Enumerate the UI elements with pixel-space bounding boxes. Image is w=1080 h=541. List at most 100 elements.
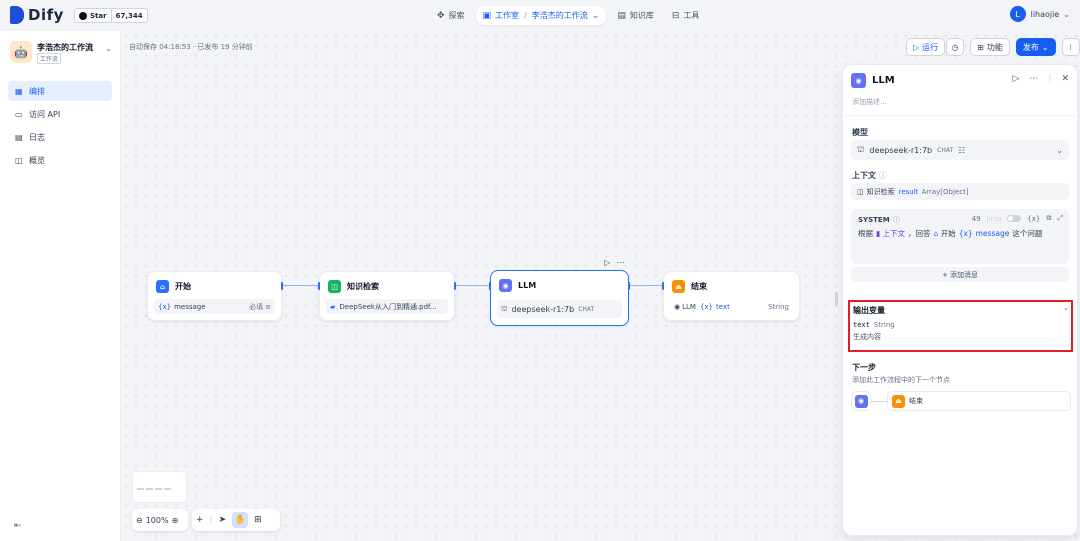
info-icon: ⓘ — [892, 216, 900, 224]
dify-logo[interactable]: Dify — [10, 6, 64, 24]
file-icon: ▮ — [876, 229, 881, 238]
model-selector[interactable]: ⛫ deepseek-r1:7b CHAT ☷ ⌄ — [851, 140, 1069, 160]
edge-knowledge-llm[interactable] — [454, 285, 490, 286]
github-star-widget[interactable]: Star 67,344 — [74, 8, 148, 23]
autosave-status: 自动保存 04:18:53 · 已发布 19 分钟前 — [129, 43, 253, 51]
info-icon: ⓘ — [879, 171, 887, 180]
model-icon: ⛫ — [501, 304, 508, 313]
book-icon: ▤ — [617, 10, 626, 21]
node-knowledge-retrieval[interactable]: ◫ 知识检索 ▰ DeepSeek从入门到精通.pdf... — [318, 271, 456, 321]
llm-node-tools: ▷ ⋯ — [604, 258, 625, 267]
run-button[interactable]: ▷ 运行 — [906, 38, 946, 56]
description-input[interactable]: 添加描述... — [852, 97, 887, 107]
current-app-switcher[interactable]: 李浩杰的工作流 — [532, 10, 588, 21]
play-icon: ▷ — [913, 42, 920, 52]
node-start[interactable]: ⌂ 开始 {x} message 必填 ≡ — [147, 271, 283, 321]
sidebar-item-overview[interactable]: ◫ 概览 — [8, 150, 112, 170]
terminal-icon: ▭ — [15, 109, 23, 119]
studio-icon: ▣ — [482, 10, 492, 21]
stop-icon: ⏏ — [892, 394, 905, 408]
node-start-output-handle[interactable] — [281, 282, 283, 290]
app-type-badge: 工作流 — [37, 53, 62, 64]
avatar: L — [1009, 6, 1026, 22]
panel-title: LLM — [872, 75, 895, 86]
history-button[interactable]: ◷ — [946, 38, 965, 56]
jinja-toggle[interactable] — [1007, 215, 1022, 222]
start-variable-row: {x} message 必填 ≡ — [154, 299, 275, 314]
brain-icon: ◉ — [851, 73, 866, 88]
insert-variable-button[interactable]: {x} — [1027, 215, 1040, 223]
zoom-in-icon[interactable]: ⊕ — [172, 516, 179, 525]
user-menu[interactable]: L lihaojie ⌄ — [1009, 6, 1070, 22]
play-icon[interactable]: ▷ — [604, 258, 610, 267]
list-icon: ⁝ — [1069, 42, 1072, 52]
expand-icon[interactable]: ⤢ — [1057, 214, 1063, 223]
close-icon[interactable]: ✕ — [1061, 74, 1069, 84]
nav-explore[interactable]: ✥ 探索 — [430, 6, 472, 25]
canvas-actions: ▷ 运行 ◷ ⊞ 功能 发布 ⌄ ⁝ — [906, 38, 1080, 56]
minimap[interactable] — [132, 471, 187, 503]
main-nav: ✥ 探索 ▣ 工作室 / 李浩杰的工作流 ⌄ ▤ 知识库 ⊟ 工具 — [430, 6, 706, 25]
sidebar-item-orchestrate[interactable]: ▦ 编排 — [8, 81, 112, 101]
home-icon: ⌂ — [933, 229, 939, 238]
sidebar-item-api[interactable]: ▭ 访问 API — [8, 104, 112, 124]
char-count: 49 — [971, 214, 981, 223]
knowledge-doc-row: ▰ DeepSeek从入门到精通.pdf... — [326, 299, 448, 314]
next-step-end-node[interactable]: ⏏ 结束 — [887, 391, 1071, 411]
hand-icon[interactable]: ✋ — [232, 512, 249, 528]
top-bar: Dify Star 67,344 ✥ 探索 ▣ 工作室 / 李浩杰的工作流 ⌄ ▤ 知识库 … — [0, 0, 1080, 31]
text-icon: ≡ — [265, 302, 271, 311]
pointer-icon[interactable]: ➤ — [219, 515, 227, 525]
chevron-down-icon[interactable]: ⌄ — [1063, 304, 1069, 312]
add-message-button[interactable]: + 添加消息 — [851, 267, 1069, 282]
add-node-icon[interactable]: + — [196, 515, 204, 525]
node-end[interactable]: ⏏ 结束 ◉ LLM {x} text String — [662, 271, 800, 321]
nav-studio[interactable]: ▣ 工作室 / 李浩杰的工作流 ⌄ — [475, 6, 607, 25]
chevron-down-icon: ⌄ — [105, 44, 112, 53]
node-end-input-handle[interactable] — [662, 282, 664, 290]
node-llm[interactable]: ◉ LLM ⛫ deepseek-r1:7b CHAT — [489, 270, 630, 326]
stop-icon: ⏏ — [672, 280, 685, 293]
more-icon[interactable]: ⋯ — [1029, 74, 1038, 84]
knowledge-icon: ◫ — [857, 187, 864, 196]
system-prompt-text: 根据 ▮ 上下文 ，回答 ⌂ 开始 {x} message 这个问题 — [858, 229, 1043, 238]
system-prompt-editor[interactable]: SYSTEM ⓘ 49 Jinja {x} ⧉ ⤢ 根据 ▮ 上下文 ，回答 ⌂ … — [851, 209, 1069, 264]
node-llm-input-handle[interactable] — [489, 282, 491, 290]
context-selector[interactable]: ◫ 知识检索 result Array[Object] — [851, 183, 1069, 200]
nav-tools[interactable]: ⊟ 工具 — [665, 6, 707, 25]
zoom-level[interactable]: 100% — [146, 516, 169, 525]
node-llm-output-handle[interactable] — [628, 282, 630, 290]
node-knowledge-input-handle[interactable] — [318, 282, 320, 290]
edge-start-knowledge[interactable] — [281, 285, 319, 286]
settings-sliders-icon[interactable]: ☷ — [958, 146, 965, 155]
end-variable-row: ◉ LLM {x} text String — [674, 302, 789, 311]
publish-button[interactable]: 发布 ⌄ — [1015, 38, 1056, 56]
context-token: ▮ 上下文 — [876, 229, 906, 238]
app-switcher[interactable]: 🤖 李浩杰的工作流 工作流 ⌄ — [10, 41, 114, 65]
chevron-down-icon: ⌄ — [1063, 9, 1070, 19]
compass-icon: ✥ — [437, 10, 445, 21]
canvas-toolbar: + | ➤ ✋ ⊞ — [192, 509, 280, 531]
panel-resize-handle[interactable] — [835, 292, 838, 306]
env-vars-button[interactable]: ⁝ — [1061, 38, 1080, 56]
output-variables-section: 输出变量 ⌄ text String 生成内容 — [848, 300, 1073, 352]
next-step-row: ◉ ⏏ 结束 — [851, 391, 1071, 411]
node-knowledge-output-handle[interactable] — [454, 282, 456, 290]
grid-icon: ⊞ — [977, 42, 984, 52]
llm-settings-panel: ◉ LLM ▷ ⋯ | ✕ 添加描述... 模型 ⛫ deepseek-r1:7b… — [842, 64, 1078, 536]
edge-llm-end[interactable] — [628, 285, 663, 286]
run-node-icon[interactable]: ▷ — [1012, 74, 1019, 84]
more-icon[interactable]: ⋯ — [617, 258, 625, 267]
organize-icon[interactable]: ⊞ — [254, 515, 262, 525]
sidebar: 🤖 李浩杰的工作流 工作流 ⌄ ▦ 编排 ▭ 访问 API ▤ 日志 ◫ 概览 ⇤ — [0, 31, 121, 541]
brain-icon: ◉ — [674, 302, 681, 311]
collapse-sidebar-icon[interactable]: ⇤ — [14, 521, 22, 531]
sidebar-menu: ▦ 编排 ▭ 访问 API ▤ 日志 ◫ 概览 — [8, 81, 112, 173]
nav-knowledge[interactable]: ▤ 知识库 — [610, 6, 661, 25]
layout-icon: ▦ — [15, 86, 23, 96]
features-button[interactable]: ⊞ 功能 — [970, 38, 1010, 56]
sidebar-item-logs[interactable]: ▤ 日志 — [8, 127, 112, 147]
dify-logo-icon — [10, 6, 24, 24]
copy-icon[interactable]: ⧉ — [1046, 214, 1051, 223]
zoom-out-icon[interactable]: ⊖ — [136, 516, 143, 525]
